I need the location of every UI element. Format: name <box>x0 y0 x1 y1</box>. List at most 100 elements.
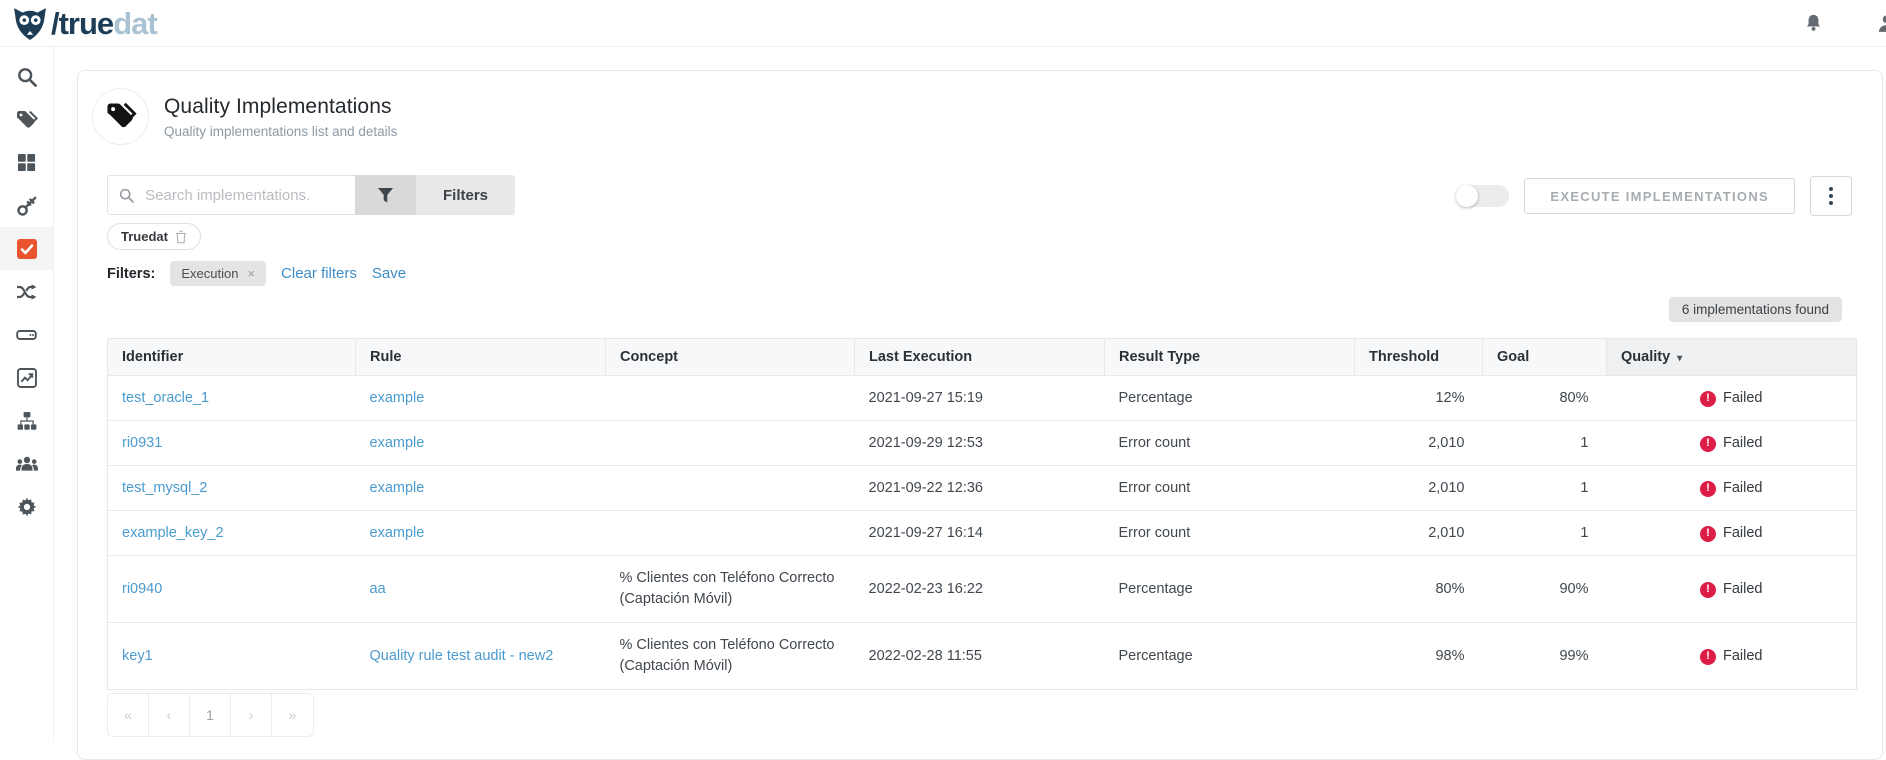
implementation-link[interactable]: ri0931 <box>122 435 162 451</box>
implementation-link[interactable]: test_mysql_2 <box>122 480 207 496</box>
column-header-result-type[interactable]: Result Type <box>1105 339 1355 376</box>
table-header-row: IdentifierRuleConceptLast ExecutionResul… <box>108 339 1857 376</box>
pagination: « ‹ 1 › » <box>107 693 314 737</box>
notifications-bell-icon[interactable] <box>1802 12 1824 34</box>
result-type-cell: Percentage <box>1105 556 1355 623</box>
failed-icon: ! <box>1700 649 1716 665</box>
rule-link[interactable]: example <box>370 390 425 406</box>
sitemap-icon <box>17 411 37 431</box>
concept-cell: % Clientes con Teléfono Correcto (Captac… <box>606 556 855 623</box>
search-icon <box>17 67 37 87</box>
sidebar-item-search[interactable] <box>0 55 53 98</box>
clear-filters-link[interactable]: Clear filters <box>281 265 357 282</box>
rule-link[interactable]: example <box>370 525 425 541</box>
quality-implementations-icon <box>92 88 149 145</box>
drive-icon <box>16 325 37 345</box>
search-group: Filters <box>107 175 515 215</box>
quality-status-failed: !Failed <box>1700 647 1763 666</box>
column-header-quality[interactable]: Quality▾ <box>1607 339 1857 376</box>
failed-icon: ! <box>1700 481 1716 497</box>
quality-cell: ! Failed <box>1607 466 1857 511</box>
rule-cell: aa <box>356 556 606 623</box>
goal-cell: 1 <box>1483 466 1607 511</box>
last-execution-cell: 2021-09-29 12:53 <box>855 421 1105 466</box>
column-header-last-execution[interactable]: Last Execution <box>855 339 1105 376</box>
goal-cell: 1 <box>1483 511 1607 556</box>
pagination-first[interactable]: « <box>108 694 149 736</box>
quality-status-label: Failed <box>1723 580 1763 599</box>
app-logo[interactable]: /truedat <box>12 5 157 41</box>
sidebar-item-data-sources[interactable] <box>0 313 53 356</box>
rule-link[interactable]: example <box>370 480 425 496</box>
column-header-goal[interactable]: Goal <box>1483 339 1607 376</box>
pagination-next[interactable]: › <box>231 694 272 736</box>
pagination-last[interactable]: » <box>272 694 313 736</box>
identifier-cell: example_key_2 <box>108 511 356 556</box>
goal-cell: 99% <box>1483 623 1607 690</box>
identifier-cell: test_mysql_2 <box>108 466 356 511</box>
quality-status-failed: !Failed <box>1700 389 1763 408</box>
filter-chip-label: Execution <box>181 266 238 281</box>
sidebar-item-analytics[interactable] <box>0 356 53 399</box>
concept-cell <box>606 466 855 511</box>
rule-link[interactable]: example <box>370 435 425 451</box>
rule-cell: example <box>356 376 606 421</box>
logo-wordmark: /truedat <box>51 8 157 39</box>
implementation-link[interactable]: example_key_2 <box>122 525 224 541</box>
key-icon <box>17 196 37 216</box>
implementation-link[interactable]: test_oracle_1 <box>122 390 209 406</box>
execute-implementations-button[interactable]: EXECUTE IMPLEMENTATIONS <box>1524 178 1795 214</box>
topbar-actions <box>1802 12 1886 34</box>
identifier-cell: key1 <box>108 623 356 690</box>
sidebar-item-lineage[interactable] <box>0 270 53 313</box>
filter-chip-execution[interactable]: Execution × <box>170 261 266 286</box>
sidebar-item-glossary[interactable] <box>0 98 53 141</box>
failed-icon: ! <box>1700 436 1716 452</box>
remove-filter-icon[interactable]: × <box>247 266 255 281</box>
quality-cell: !Failed <box>1607 376 1857 421</box>
scope-chip-label: Truedat <box>121 229 168 244</box>
column-header-threshold[interactable]: Threshold <box>1355 339 1483 376</box>
implementation-link[interactable]: key1 <box>122 648 153 664</box>
trash-icon[interactable] <box>175 230 187 244</box>
column-header-identifier[interactable]: Identifier <box>108 339 356 376</box>
tag-icon <box>16 110 38 130</box>
sidebar-item-quality[interactable] <box>0 227 53 270</box>
filters-button[interactable]: Filters <box>416 175 515 215</box>
quality-status-label: Failed <box>1723 479 1763 498</box>
column-header-rule[interactable]: Rule <box>356 339 606 376</box>
rule-link[interactable]: Quality rule test audit - new2 <box>370 648 554 664</box>
sort-desc-icon: ▾ <box>1677 353 1682 364</box>
quality-cell: !Failed <box>1607 556 1857 623</box>
pagination-page-1[interactable]: 1 <box>190 694 231 736</box>
sidebar-item-dashboards[interactable] <box>0 141 53 184</box>
goal-cell: 1 <box>1483 421 1607 466</box>
table-row: key1Quality rule test audit - new2% Clie… <box>108 623 1857 690</box>
content-card: Quality Implementations Quality implemen… <box>77 70 1883 760</box>
last-execution-cell: 2021-09-27 15:19 <box>855 376 1105 421</box>
kebab-icon <box>1829 187 1833 191</box>
table-row: example_key_2example2021-09-27 16:14Erro… <box>108 511 1857 556</box>
search-input[interactable] <box>143 186 344 205</box>
more-options-button[interactable] <box>1810 176 1852 216</box>
sidebar-item-settings[interactable] <box>0 485 53 528</box>
goal-cell: 90% <box>1483 556 1607 623</box>
quality-status-failed: !Failed <box>1700 434 1763 453</box>
column-header-concept[interactable]: Concept <box>606 339 855 376</box>
sidebar-item-structures[interactable] <box>0 399 53 442</box>
threshold-cell: 2,010 <box>1355 511 1483 556</box>
implementation-link[interactable]: ri0940 <box>122 581 162 597</box>
rule-link[interactable]: aa <box>370 581 386 597</box>
filter-funnel-button[interactable] <box>355 175 416 215</box>
pagination-prev[interactable]: ‹ <box>149 694 190 736</box>
sidebar-item-permissions[interactable] <box>0 184 53 227</box>
execute-toggle[interactable] <box>1456 185 1509 207</box>
quality-status-label: Failed <box>1723 524 1763 543</box>
concept-cell <box>606 376 855 421</box>
sidebar-item-user-groups[interactable] <box>0 442 53 485</box>
scope-chip-truedat[interactable]: Truedat <box>107 223 201 250</box>
save-filters-link[interactable]: Save <box>372 265 406 282</box>
quality-cell: !Failed <box>1607 511 1857 556</box>
user-profile-icon[interactable] <box>1875 12 1886 34</box>
users-icon <box>16 455 38 473</box>
